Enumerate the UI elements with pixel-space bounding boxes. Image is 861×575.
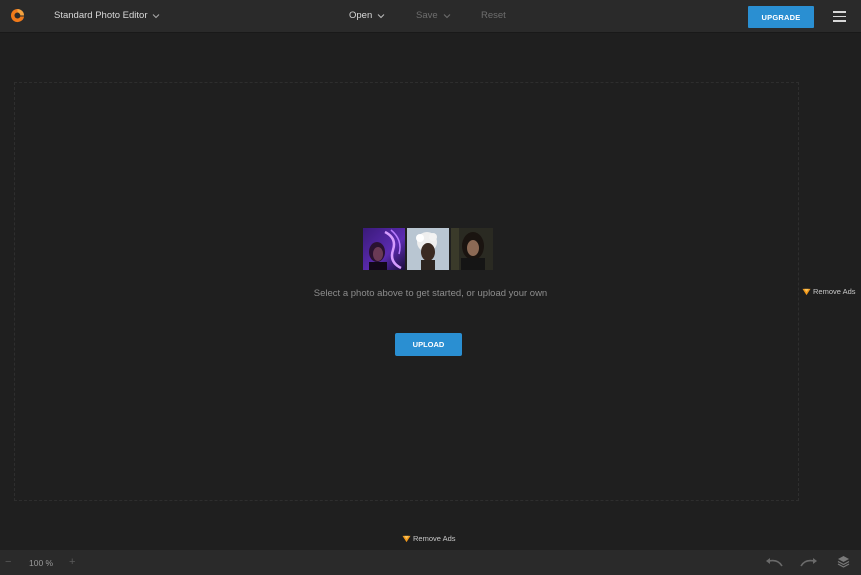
save-label: Save (416, 10, 438, 21)
undo-icon[interactable] (764, 556, 784, 568)
upgrade-button[interactable]: UPGRADE (748, 6, 814, 28)
redo-icon[interactable] (799, 556, 819, 568)
get-started-prompt: Select a photo above to get started, or … (313, 288, 548, 299)
remove-ads-label: Remove Ads (413, 534, 456, 543)
logo-icon[interactable] (10, 8, 25, 23)
layers-icon[interactable] (837, 555, 850, 568)
chevron-down-icon (443, 13, 451, 18)
open-label: Open (349, 10, 373, 21)
crown-icon (402, 535, 411, 542)
sample-photo-white-hair[interactable] (407, 228, 449, 270)
remove-ads-link[interactable]: Remove Ads (402, 534, 456, 543)
crown-icon (802, 288, 811, 295)
chevron-down-icon (153, 13, 160, 18)
remove-ads-label: Remove Ads (813, 287, 856, 296)
chevron-down-icon (377, 13, 385, 18)
zoom-out-button[interactable]: − (5, 556, 11, 568)
open-menu[interactable]: Open (349, 10, 385, 21)
sample-photo-neon[interactable] (363, 228, 405, 270)
upload-button[interactable]: UPLOAD (395, 333, 462, 356)
editor-mode-dropdown[interactable]: Standard Photo Editor (54, 10, 160, 21)
reset-label: Reset (481, 10, 506, 21)
reset-button[interactable]: Reset (481, 10, 506, 21)
top-bar: Standard Photo Editor Open Save Reset UP… (0, 0, 861, 33)
save-menu[interactable]: Save (416, 10, 451, 21)
sample-photo-dark[interactable] (451, 228, 493, 270)
menu-line (833, 20, 846, 22)
zoom-level: 100 % (29, 558, 54, 568)
bottom-bar: − 100 % + (0, 550, 861, 575)
menu-line (833, 15, 846, 18)
menu-line (833, 11, 846, 13)
menu-icon[interactable] (833, 11, 846, 22)
sample-photos (363, 228, 493, 270)
zoom-in-button[interactable]: + (69, 556, 75, 568)
remove-ads-link[interactable]: Remove Ads (802, 287, 856, 296)
app-title: Standard Photo Editor (54, 10, 148, 21)
